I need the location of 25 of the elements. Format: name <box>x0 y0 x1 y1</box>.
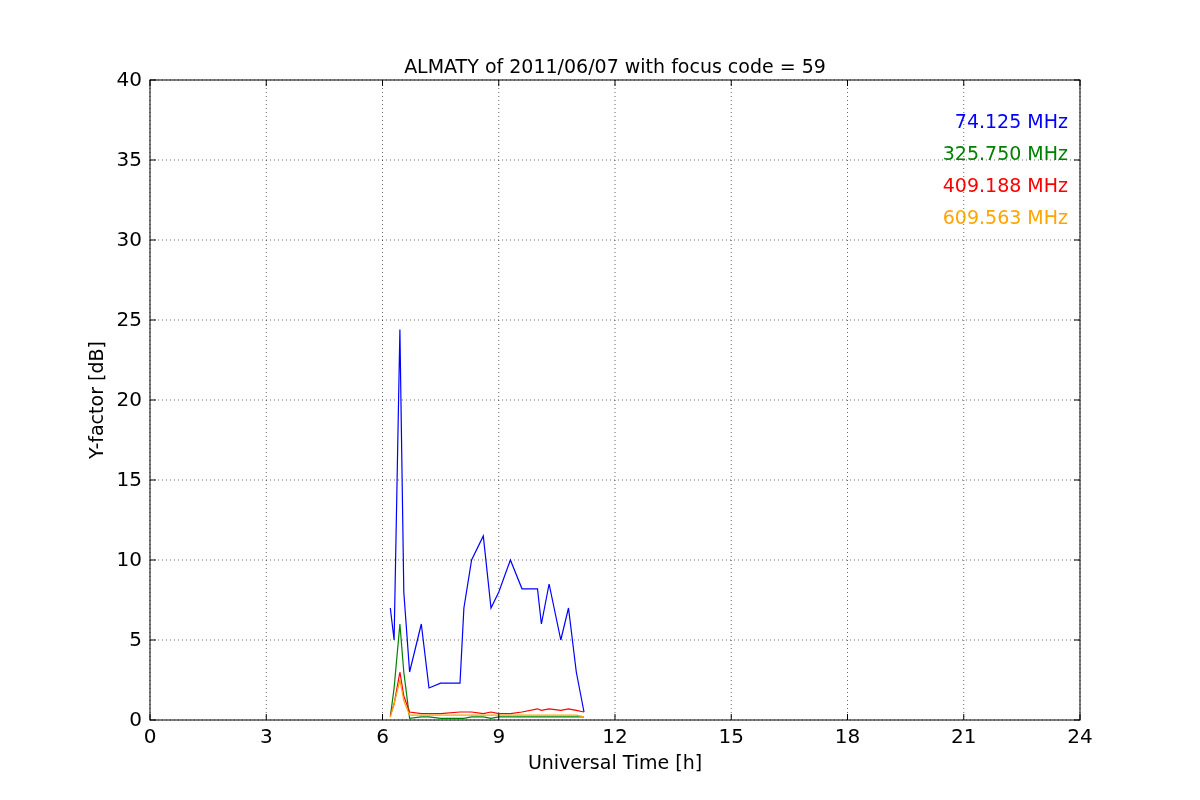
y-tick-label: 5 <box>129 627 142 651</box>
legend-label: 609.563 MHz <box>942 206 1068 228</box>
x-tick-label: 6 <box>376 724 389 748</box>
y-axis-label: Y-factor [dB] <box>85 341 107 459</box>
y-tick-label: 40 <box>116 67 142 91</box>
x-tick-label: 12 <box>602 724 628 748</box>
x-tick-label: 24 <box>1067 724 1093 748</box>
y-tick-label: 15 <box>116 467 142 491</box>
y-tick-label: 35 <box>116 147 142 171</box>
x-tick-label: 18 <box>834 724 861 748</box>
x-tick-label: 21 <box>951 724 977 748</box>
chart-title: ALMATY of 2011/06/07 with focus code = 59 <box>404 55 826 77</box>
legend-label: 409.188 MHz <box>942 174 1068 196</box>
y-tick-label: 25 <box>116 307 142 331</box>
y-tick-label: 10 <box>116 547 142 571</box>
x-axis-label: Universal Time [h] <box>527 751 703 773</box>
x-tick-label: 15 <box>718 724 744 748</box>
x-tick-label: 3 <box>259 724 273 748</box>
legend-label: 325.750 MHz <box>942 142 1068 164</box>
y-tick-label: 30 <box>116 227 142 251</box>
legend-label: 74.125 MHz <box>954 110 1068 132</box>
y-tick-label: 0 <box>129 707 142 731</box>
x-tick-label: 9 <box>492 724 506 748</box>
y-tick-label: 20 <box>116 387 142 411</box>
x-tick-label: 0 <box>143 724 157 748</box>
